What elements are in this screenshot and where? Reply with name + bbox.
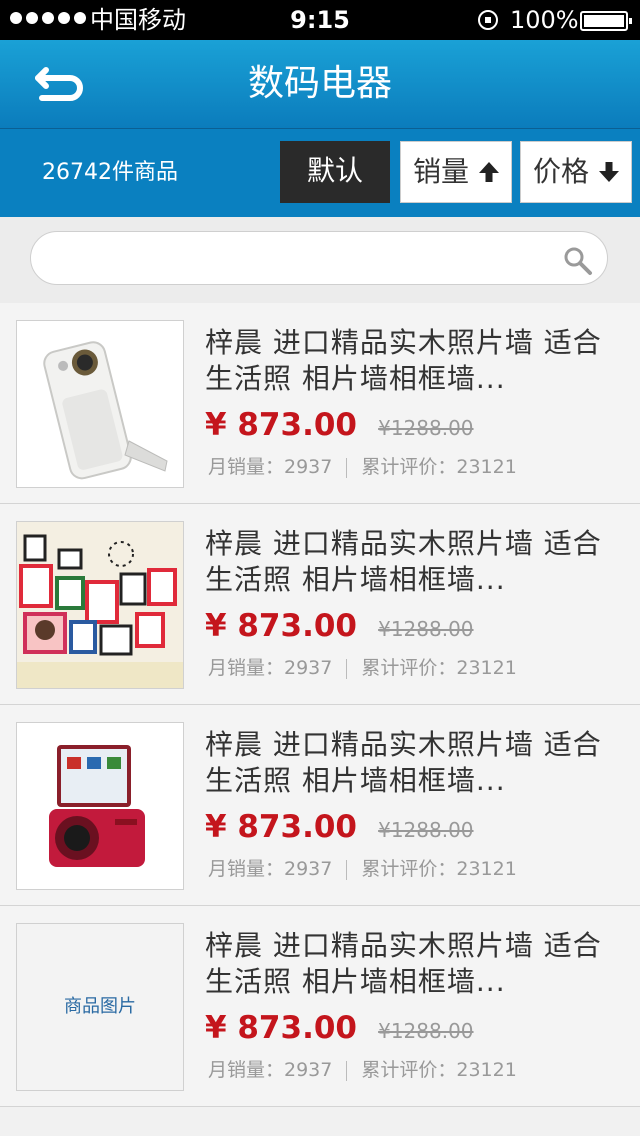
total-reviews: 累计评价：23121 <box>361 657 517 679</box>
sort-default-button[interactable]: 默认 <box>280 141 390 203</box>
divider <box>346 658 348 679</box>
product-list: 梓晨 进口精品实木照片墙 适合生活照 相片墙相框墙... ¥ 873.00 ¥1… <box>0 303 640 1107</box>
sort-sales-label: 销量 <box>413 155 470 188</box>
product-row[interactable]: 梓晨 进口精品实木照片墙 适合生活照 相片墙相框墙... ¥ 873.00 ¥1… <box>0 303 640 504</box>
original-price: ¥1288.00 <box>378 1019 474 1043</box>
status-bar: 中国移动 9:15 100% <box>0 0 640 40</box>
divider <box>346 457 348 478</box>
image-placeholder: 商品图片 <box>17 924 183 1090</box>
filter-bar: 26742件商品 默认 销量 价格 <box>0 129 640 217</box>
divider <box>346 1060 348 1081</box>
total-reviews: 累计评价：23121 <box>361 456 517 478</box>
original-price: ¥1288.00 <box>378 416 474 440</box>
stats-row: 月销量：2937 累计评价：23121 <box>208 1056 517 1084</box>
product-image: 商品图片 <box>16 923 184 1091</box>
product-image <box>16 521 184 689</box>
page-title: 数码电器 <box>247 63 392 104</box>
navigation-bar: 数码电器 <box>0 40 640 129</box>
product-title: 梓晨 进口精品实木照片墙 适合生活照 相片墙相框墙... <box>205 728 602 797</box>
camera-image <box>17 321 183 487</box>
red-camera-image <box>17 723 183 889</box>
monthly-sales: 月销量：2937 <box>208 657 333 679</box>
monthly-sales: 月销量：2937 <box>208 456 333 478</box>
sort-default-label: 默认 <box>306 154 363 187</box>
original-price: ¥1288.00 <box>378 818 474 842</box>
product-row[interactable]: 梓晨 进口精品实木照片墙 适合生活照 相片墙相框墙... ¥ 873.00 ¥1… <box>0 504 640 705</box>
item-count: 26742件商品 <box>42 160 178 185</box>
arrow-up-icon <box>479 162 499 182</box>
photo-wall-image <box>17 522 183 688</box>
product-price: ¥ 873.00 <box>205 1010 357 1046</box>
total-reviews: 累计评价：23121 <box>361 858 517 880</box>
divider <box>346 859 348 880</box>
stats-row: 月销量：2937 累计评价：23121 <box>208 654 517 682</box>
monthly-sales: 月销量：2937 <box>208 858 333 880</box>
search-icon[interactable] <box>562 245 594 277</box>
price-row: ¥ 873.00 ¥1288.00 <box>205 405 474 445</box>
sort-price-button[interactable]: 价格 <box>520 141 632 203</box>
total-reviews: 累计评价：23121 <box>361 1059 517 1081</box>
product-title: 梓晨 进口精品实木照片墙 适合生活照 相片墙相框墙... <box>205 929 602 998</box>
search-area <box>0 217 640 303</box>
monthly-sales: 月销量：2937 <box>208 1059 333 1081</box>
battery-percentage: 100% <box>510 6 579 34</box>
sort-sales-button[interactable]: 销量 <box>400 141 512 203</box>
original-price: ¥1288.00 <box>378 617 474 641</box>
product-image <box>16 320 184 488</box>
rotation-lock-icon <box>478 10 498 30</box>
price-row: ¥ 873.00 ¥1288.00 <box>205 807 474 847</box>
product-title: 梓晨 进口精品实木照片墙 适合生活照 相片墙相框墙... <box>205 527 602 596</box>
product-image <box>16 722 184 890</box>
stats-row: 月销量：2937 累计评价：23121 <box>208 855 517 883</box>
product-price: ¥ 873.00 <box>205 809 357 845</box>
price-row: ¥ 873.00 ¥1288.00 <box>205 1008 474 1048</box>
search-input[interactable] <box>30 231 608 285</box>
arrow-down-icon <box>599 162 619 182</box>
product-row[interactable]: 梓晨 进口精品实木照片墙 适合生活照 相片墙相框墙... ¥ 873.00 ¥1… <box>0 705 640 906</box>
product-price: ¥ 873.00 <box>205 407 357 443</box>
product-price: ¥ 873.00 <box>205 608 357 644</box>
sort-price-label: 价格 <box>533 155 590 188</box>
price-row: ¥ 873.00 ¥1288.00 <box>205 606 474 646</box>
product-title: 梓晨 进口精品实木照片墙 适合生活照 相片墙相框墙... <box>205 326 602 395</box>
product-row[interactable]: 商品图片 梓晨 进口精品实木照片墙 适合生活照 相片墙相框墙... ¥ 873.… <box>0 906 640 1107</box>
stats-row: 月销量：2937 累计评价：23121 <box>208 453 517 481</box>
battery-icon <box>580 11 632 31</box>
